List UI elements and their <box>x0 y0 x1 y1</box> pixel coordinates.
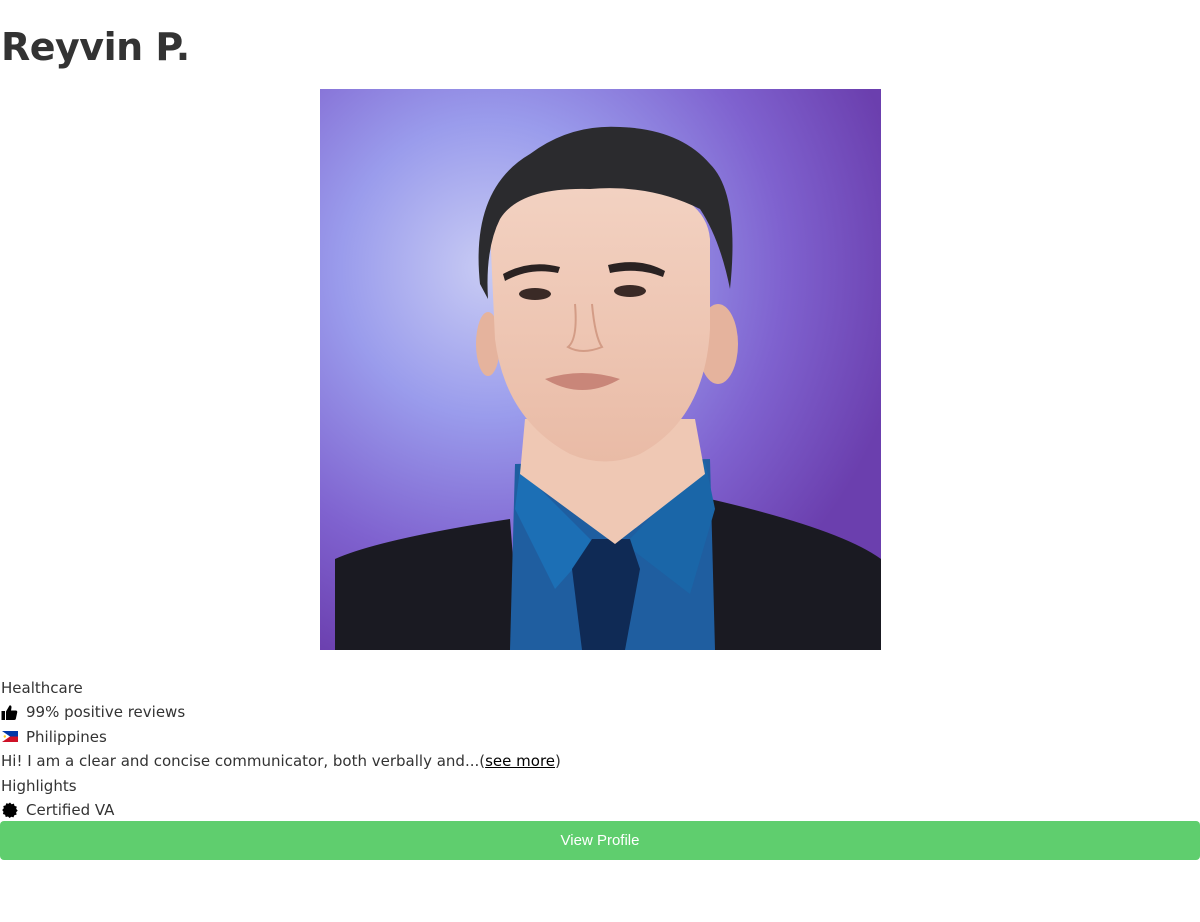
thumbs-up-icon <box>1 704 18 721</box>
country-text: Philippines <box>26 727 107 746</box>
highlight-item-text: Certified VA <box>26 800 115 819</box>
highlights-heading: Highlights <box>1 776 77 795</box>
reviews-row: 99% positive reviews <box>1 700 561 724</box>
country-row: Philippines <box>1 725 561 749</box>
profile-photo <box>320 89 881 650</box>
highlights-heading-row: Highlights <box>1 774 561 798</box>
see-more-link[interactable]: see more <box>485 749 555 773</box>
profile-name: Reyvin P. <box>1 25 190 69</box>
view-profile-button[interactable]: View Profile <box>0 821 1200 860</box>
highlight-item-row: Certified VA <box>1 798 561 822</box>
reviews-text: 99% positive reviews <box>26 703 186 722</box>
profile-card: Reyvin P. Healthcare 99% positive review… <box>0 0 1200 922</box>
philippines-flag-icon <box>1 728 18 745</box>
category-row: Healthcare <box>1 676 561 700</box>
category-label: Healthcare <box>1 679 83 697</box>
profile-info: Healthcare 99% positive reviews Philippi… <box>1 676 561 822</box>
certificate-badge-icon <box>1 802 18 819</box>
see-more-close: ) <box>555 752 561 771</box>
bio-text: Hi! I am a clear and concise communicato… <box>1 752 480 771</box>
bio-row: Hi! I am a clear and concise communicato… <box>1 749 561 773</box>
